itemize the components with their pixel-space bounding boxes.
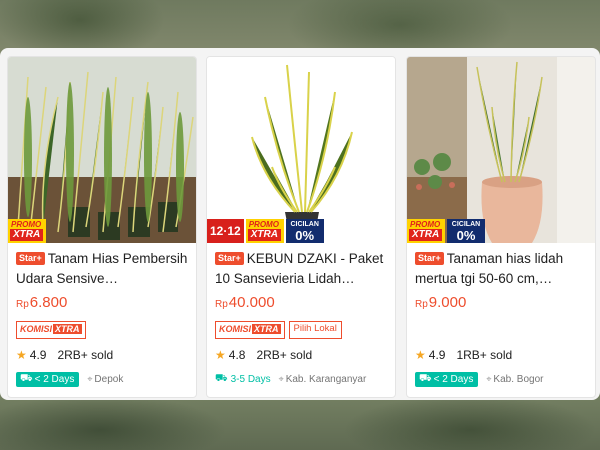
shipping-row: ⛟ < 2 Days ⌖ Depok [16, 371, 188, 387]
product-title[interactable]: Star+ Tanaman hias lidah mertua tgi 50-60… [415, 249, 587, 291]
product-card[interactable]: PROMO XTRA CICILAN 0% Star+ Tanaman hias … [406, 56, 596, 398]
star-plus-tag: Star+ [415, 252, 444, 265]
product-image[interactable]: PROMO XTRA CICILAN 0% [407, 57, 595, 243]
shipping-time: ⛟ 3-5 Days [215, 372, 271, 385]
shipping-row: ⛟ < 2 Days ⌖ Kab. Bogor [415, 371, 587, 387]
product-price: Rp9.000 [415, 294, 467, 311]
promo-xtra-badge: PROMO XTRA [245, 219, 284, 243]
product-image[interactable]: 12·12 PROMO XTRA CICILAN 0% [207, 57, 395, 243]
location-pin-icon: ⌖ [87, 373, 93, 384]
shipping-badge: ⛟ < 2 Days [415, 371, 479, 387]
product-card[interactable]: 12·12 PROMO XTRA CICILAN 0% Star+ KEBUN D… [206, 56, 396, 398]
location: ⌖ Kab. Bogor [486, 373, 544, 385]
star-icon: ★ [215, 348, 226, 362]
star-plus-tag: Star+ [16, 252, 45, 265]
komisi-xtra-tag: KOMISI XTRA [16, 321, 86, 339]
sold-count: 1RB+ sold [456, 348, 513, 362]
rating-row: ★ 4.9 2RB+ sold [16, 348, 114, 362]
star-plus-tag: Star+ [215, 252, 244, 265]
truck-icon: ⛟ [419, 372, 432, 384]
lidah-mertua-pot-photo [407, 57, 595, 243]
potted-sansevieria-photo [207, 57, 395, 243]
sold-count: 2RB+ sold [57, 348, 114, 362]
pilih-lokal-tag: Pilih Lokal [288, 321, 342, 339]
shipping-badge: ⛟ < 2 Days [16, 371, 80, 387]
location-pin-icon: ⌖ [278, 373, 284, 384]
star-icon: ★ [16, 348, 27, 362]
cicilan-badge: CICILAN 0% [285, 219, 324, 243]
truck-icon: ⛟ [215, 372, 228, 384]
location: ⌖ Kab. Karanganyar [278, 373, 367, 385]
sale-1212-badge: 12·12 [207, 219, 244, 243]
product-price: Rp6.800 [16, 294, 68, 311]
rating-row: ★ 4.8 2RB+ sold [215, 348, 313, 362]
cicilan-badge: CICILAN 0% [447, 219, 485, 243]
promo-xtra-badge: PROMO XTRA [8, 219, 46, 243]
truck-icon: ⛟ [20, 372, 33, 384]
badge-row: PROMO XTRA CICILAN 0% [407, 219, 485, 243]
product-title[interactable]: Star+ KEBUN DZAKI - Paket 10 Sansevieria … [215, 249, 387, 291]
product-card[interactable]: PROMO XTRA Star+ Tanam Hias Pembersih Uda… [7, 56, 197, 398]
badge-row: 12·12 PROMO XTRA CICILAN 0% [207, 219, 324, 243]
promo-xtra-badge: PROMO XTRA [407, 219, 445, 243]
product-title[interactable]: Star+ Tanam Hias Pembersih Udara Sensive… [16, 249, 188, 291]
location: ⌖ Depok [87, 373, 124, 385]
rating-row: ★ 4.9 1RB+ sold [415, 348, 513, 362]
snake-plants-photo [8, 57, 196, 243]
sold-count: 2RB+ sold [256, 348, 313, 362]
komisi-xtra-tag: KOMISI XTRA [215, 321, 285, 339]
product-image[interactable]: PROMO XTRA [8, 57, 196, 243]
product-price: Rp40.000 [215, 294, 275, 311]
shipping-row: ⛟ 3-5 Days ⌖ Kab. Karanganyar [215, 371, 387, 387]
star-icon: ★ [415, 348, 426, 362]
badge-row: PROMO XTRA [8, 219, 46, 243]
location-pin-icon: ⌖ [486, 373, 492, 384]
